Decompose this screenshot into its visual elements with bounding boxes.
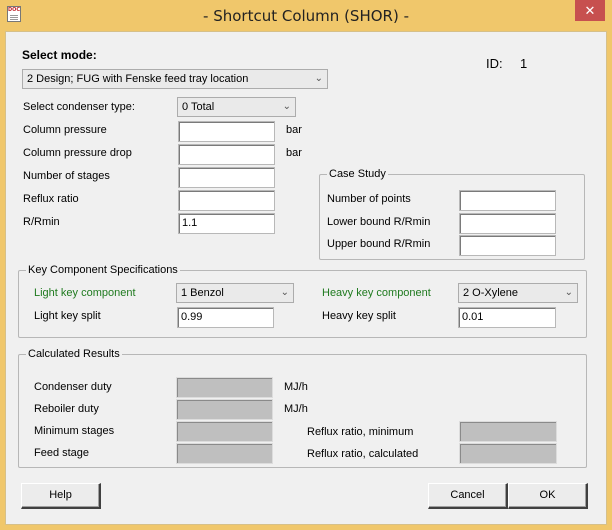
reflux-ratio-label: Reflux ratio — [23, 193, 79, 205]
heavy-key-value: 2 O-Xylene — [463, 287, 519, 299]
light-key-split-input[interactable]: 0.99 — [177, 307, 274, 328]
reflux-min-output — [459, 421, 557, 442]
column-pressure-drop-unit: bar — [286, 147, 302, 159]
chevron-down-icon: ⌄ — [314, 73, 323, 84]
heavy-key-split-input[interactable]: 0.01 — [458, 307, 556, 328]
ok-button[interactable]: OK — [508, 483, 588, 509]
feed-stage-label: Feed stage — [34, 447, 90, 459]
reflux-ratio-input[interactable] — [178, 190, 275, 211]
title-bar: DOC - Shortcut Column (SHOR) - ✕ — [0, 0, 612, 30]
select-mode-label: Select mode: — [22, 48, 97, 62]
number-of-points-input[interactable] — [459, 190, 556, 211]
help-button[interactable]: Help — [21, 483, 101, 509]
column-pressure-label: Column pressure — [23, 124, 107, 136]
condenser-type-value: 0 Total — [182, 101, 215, 113]
cancel-button[interactable]: Cancel — [428, 483, 508, 509]
light-key-select[interactable]: 1 Benzol ⌄ — [176, 283, 294, 303]
condenser-duty-label: Condenser duty — [34, 381, 112, 393]
number-of-points-label: Number of points — [327, 193, 411, 205]
close-button[interactable]: ✕ — [575, 0, 605, 21]
reboiler-duty-unit: MJ/h — [284, 403, 308, 415]
close-icon: ✕ — [584, 3, 596, 18]
column-pressure-drop-label: Column pressure drop — [23, 147, 132, 159]
heavy-key-label: Heavy key component — [322, 287, 431, 299]
key-components-title: Key Component Specifications — [26, 263, 180, 277]
minimum-stages-output — [176, 421, 273, 442]
condenser-duty-unit: MJ/h — [284, 381, 308, 393]
column-pressure-input[interactable] — [178, 121, 275, 142]
case-study-title: Case Study — [327, 167, 388, 181]
light-key-split-label: Light key split — [34, 310, 101, 322]
number-of-stages-label: Number of stages — [23, 170, 110, 182]
chevron-down-icon: ⌄ — [282, 101, 291, 112]
mode-select-value: 2 Design; FUG with Fenske feed tray loca… — [27, 73, 249, 85]
reflux-min-label: Reflux ratio, minimum — [307, 426, 414, 438]
window-title: - Shortcut Column (SHOR) - — [203, 7, 409, 25]
column-pressure-unit: bar — [286, 124, 302, 136]
chevron-down-icon: ⌄ — [564, 287, 573, 298]
calculated-results-title: Calculated Results — [26, 347, 122, 361]
upper-bound-label: Upper bound R/Rmin — [327, 238, 431, 250]
upper-bound-input[interactable] — [459, 235, 556, 256]
condenser-type-label: Select condenser type: — [23, 101, 135, 113]
column-pressure-drop-input[interactable] — [178, 144, 275, 165]
lower-bound-input[interactable] — [459, 213, 556, 234]
mode-select[interactable]: 2 Design; FUG with Fenske feed tray loca… — [22, 69, 328, 89]
reboiler-duty-label: Reboiler duty — [34, 403, 99, 415]
feed-stage-output — [176, 443, 273, 464]
r-rmin-input[interactable]: 1.1 — [178, 213, 275, 234]
minimum-stages-label: Minimum stages — [34, 425, 115, 437]
condenser-duty-output — [176, 377, 273, 398]
lower-bound-label: Lower bound R/Rmin — [327, 216, 431, 228]
number-of-stages-input[interactable] — [178, 167, 275, 188]
dialog-body: Select mode: 2 Design; FUG with Fenske f… — [5, 31, 607, 525]
light-key-label: Light key component — [34, 287, 136, 299]
reboiler-duty-output — [176, 399, 273, 420]
heavy-key-split-label: Heavy key split — [322, 310, 396, 322]
r-rmin-label: R/Rmin — [23, 216, 60, 228]
reflux-calc-label: Reflux ratio, calculated — [307, 448, 419, 460]
condenser-type-select[interactable]: 0 Total ⌄ — [177, 97, 296, 117]
heavy-key-select[interactable]: 2 O-Xylene ⌄ — [458, 283, 578, 303]
id-value: 1 — [520, 56, 528, 71]
reflux-calc-output — [459, 443, 557, 464]
chevron-down-icon: ⌄ — [280, 287, 289, 298]
light-key-value: 1 Benzol — [181, 287, 224, 299]
id-label: ID: — [486, 56, 503, 71]
